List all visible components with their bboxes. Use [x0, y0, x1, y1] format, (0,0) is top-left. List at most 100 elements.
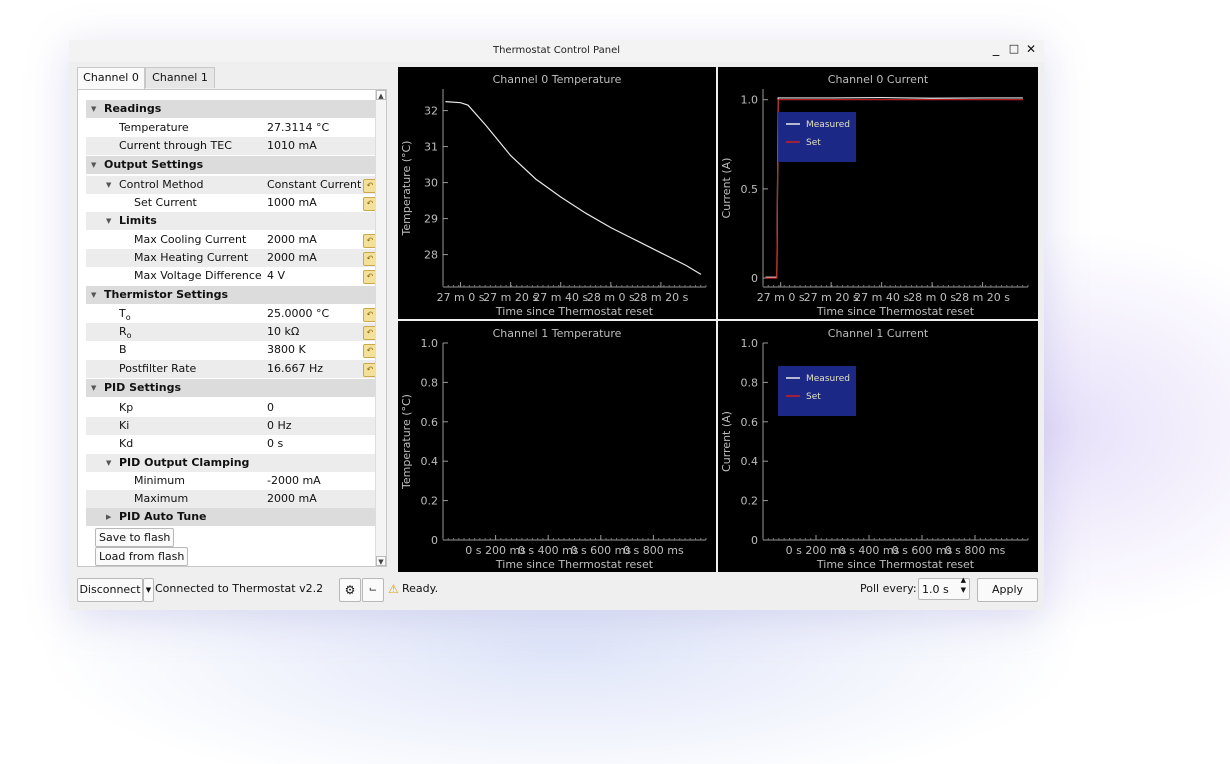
param-label: Minimum	[134, 474, 185, 487]
y-tick-label: 0.6	[741, 416, 759, 429]
plot-settings-icon[interactable]: ⌙	[362, 578, 384, 602]
set-current-input[interactable]: 1000 mA	[267, 194, 317, 212]
chart-svg: Channel 1 Temperature 0 0.2 0.4 0.6 0.8 1.0 0 s…	[400, 327, 707, 571]
chevron-down-icon[interactable]: ▼	[91, 379, 96, 397]
tab-channel-1[interactable]: Channel 1	[145, 67, 215, 88]
chart-title: Channel 1 Temperature	[493, 327, 622, 340]
plot-channel0-temperature[interactable]: Channel 0 Temperature 28 29 30 31 32 27 m 0 s2…	[398, 67, 716, 319]
group-limits[interactable]: ▼ Limits	[86, 212, 376, 230]
maximize-button[interactable]: □	[1007, 42, 1021, 55]
group-thermistor-settings[interactable]: ▼ Thermistor Settings	[86, 286, 376, 304]
param-label: Postfilter Rate	[119, 362, 197, 375]
x-tick-label: 27 m 40 s	[533, 291, 588, 304]
row-postfilter: Postfilter Rate 16.667 Hz ↶	[86, 360, 377, 378]
x-tick-label: 27 m 0 s	[757, 291, 805, 304]
group-label: PID Output Clamping	[119, 456, 250, 469]
x-tick-label: 0 s 200 ms	[786, 544, 847, 557]
group-label: Readings	[104, 102, 162, 115]
kd-input[interactable]: 0 s	[267, 435, 283, 453]
gear-icon[interactable]: ⚙	[339, 578, 361, 602]
tab-channel-0[interactable]: Channel 0	[77, 67, 145, 90]
b-input[interactable]: 3800 K	[267, 341, 306, 359]
param-label: Set Current	[134, 196, 197, 209]
window-title: Thermostat Control Panel	[492, 45, 621, 56]
scroll-down-icon[interactable]: ▼	[376, 556, 386, 566]
group-label: Limits	[119, 214, 157, 227]
chevron-down-icon[interactable]: ▼	[91, 100, 96, 118]
param-label: Kp	[119, 401, 134, 414]
max-heating-input[interactable]: 2000 mA	[267, 249, 317, 267]
control-method-select[interactable]: Constant Current	[267, 176, 361, 194]
y-tick-label: 1.0	[421, 337, 439, 350]
connect-options-chevron-icon[interactable]: ▼	[143, 578, 154, 602]
chart-svg: Channel 0 Temperature282930313227 m 0 s2…	[400, 73, 707, 318]
param-label: Control Method	[119, 178, 204, 191]
r0-symbol: R	[119, 325, 127, 338]
row-max: Maximum 2000 mA	[86, 490, 376, 508]
y-tick-label: 0.2	[741, 495, 759, 508]
y-tick-label: 0	[751, 272, 758, 285]
group-readings[interactable]: ▼ Readings	[86, 100, 376, 118]
scroll-up-icon[interactable]: ▲	[376, 90, 386, 100]
postfilter-select[interactable]: 16.667 Hz	[267, 360, 323, 378]
tree-scrollbar[interactable]: ▲ ▼	[375, 90, 386, 566]
x-tick-label: 28 m 20 s	[633, 291, 688, 304]
spin-arrows-icon[interactable]: ▲ ▼	[961, 575, 966, 595]
x-tick-label: 27 m 40 s	[854, 291, 909, 304]
param-label: Temperature	[119, 121, 189, 134]
param-label: B	[119, 343, 127, 356]
max-voltage-input[interactable]: 4 V	[267, 267, 285, 285]
group-pid-autotune[interactable]: ▶ PID Auto Tune	[86, 508, 376, 526]
apply-button[interactable]: Apply	[977, 578, 1038, 602]
row-temperature: Temperature 27.3114 °C	[86, 119, 376, 137]
plot-channel1-current[interactable]: Channel 1 Current 0 0.2 0.4 0.6 0.8 1.0 0 s 200…	[718, 321, 1038, 572]
group-output-settings[interactable]: ▼ Output Settings	[86, 156, 376, 174]
minimize-button[interactable]: _	[989, 42, 1003, 57]
row-control-method[interactable]: ▼ Control Method Constant Current ↶	[86, 176, 377, 194]
row-max-cooling: Max Cooling Current 2000 mA ↶	[86, 231, 377, 249]
min-input[interactable]: -2000 mA	[267, 472, 321, 490]
y-tick-label: 0.4	[741, 455, 759, 468]
r0-input[interactable]: 10 kΩ	[267, 323, 299, 341]
poll-label: Poll every:	[860, 582, 917, 595]
load-from-flash-button[interactable]: Load from flash	[95, 547, 189, 566]
y-tick-label: 0	[431, 534, 438, 547]
t0-input[interactable]: 25.0000 °C	[267, 305, 329, 323]
warning-icon: ⚠	[388, 582, 399, 596]
y-tick-label: 0.8	[421, 376, 439, 389]
chevron-down-icon[interactable]: ▼	[106, 176, 111, 194]
group-pid-settings[interactable]: ▼ PID Settings	[86, 379, 376, 397]
max-input[interactable]: 2000 mA	[267, 490, 317, 508]
poll-interval-value[interactable]: 1.0 s	[922, 583, 949, 596]
kp-input[interactable]: 0	[267, 399, 274, 417]
chevron-down-icon[interactable]: ▼	[106, 212, 111, 230]
y-tick-label: 0.2	[421, 495, 439, 508]
title-bar: Thermostat Control Panel _ □ ✕	[69, 40, 1044, 62]
group-pid-clamping[interactable]: ▼ PID Output Clamping	[86, 454, 376, 472]
y-tick-label: 30	[424, 177, 438, 190]
poll-interval-spinbox[interactable]: 1.0 s ▲ ▼	[918, 575, 970, 600]
disconnect-button[interactable]: Disconnect	[77, 578, 143, 602]
y-axis-label: Temperature (°C)	[400, 141, 413, 237]
y-tick-label: 29	[424, 213, 438, 226]
chevron-down-icon[interactable]: ▼	[91, 286, 96, 304]
plot-channel0-current[interactable]: Channel 0 Current 0 0.5 1.0 27 m 0 s 27 m 20 …	[718, 67, 1038, 319]
close-button[interactable]: ✕	[1024, 42, 1038, 56]
y-axis-label: Temperature (°C)	[400, 394, 413, 490]
save-to-flash-button[interactable]: Save to flash	[95, 528, 175, 547]
chevron-down-icon[interactable]: ▼	[106, 454, 111, 472]
plot-channel1-temperature[interactable]: Channel 1 Temperature 0 0.2 0.4 0.6 0.8 1.0 0 s…	[398, 321, 716, 572]
x-tick-label: 0 s 800 ms	[945, 544, 1006, 557]
param-value: 27.3114 °C	[267, 121, 330, 134]
max-cooling-input[interactable]: 2000 mA	[267, 231, 317, 249]
chart-svg: Channel 1 Current 0 0.2 0.4 0.6 0.8 1.0 0 s 200…	[720, 327, 1029, 571]
chevron-right-icon[interactable]: ▶	[106, 508, 111, 526]
parameter-tree[interactable]: ▼ Readings Temperature 27.3114 °C Curren…	[77, 89, 387, 567]
x-tick-label: 27 m 20 s	[483, 291, 538, 304]
chevron-down-icon[interactable]: ▼	[91, 156, 96, 174]
ki-input[interactable]: 0 Hz	[267, 417, 292, 435]
row-max-heating: Max Heating Current 2000 mA ↶	[86, 249, 377, 267]
y-axis-label: Current (A)	[720, 411, 733, 472]
param-label: Ki	[119, 419, 130, 432]
y-tick-label: 0.4	[421, 455, 439, 468]
